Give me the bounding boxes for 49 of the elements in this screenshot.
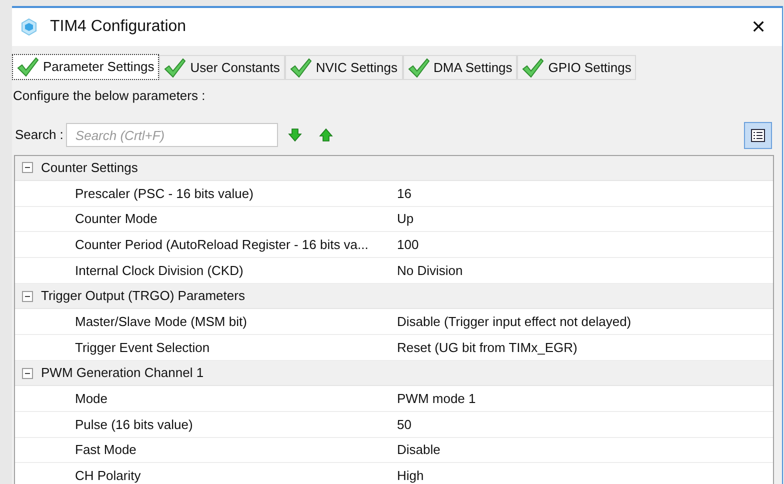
collapse-icon[interactable]	[22, 290, 33, 302]
parameter-value[interactable]: 50	[394, 414, 412, 434]
group-title: Trigger Output (TRGO) Parameters	[41, 287, 245, 306]
search-label: Search :	[15, 126, 64, 144]
checkmark-icon	[17, 57, 39, 77]
arrow-up-icon[interactable]	[319, 128, 334, 142]
search-field[interactable]: Search (Crtl+F)	[66, 123, 278, 147]
parameter-name: Internal Clock Division (CKD)	[74, 262, 244, 280]
parameter-name: Mode	[74, 390, 109, 408]
group-title: PWM Generation Channel 1	[41, 364, 204, 382]
parameter-value[interactable]: High	[394, 466, 424, 484]
parameter-name: Master/Slave Mode (MSM bit)	[74, 313, 248, 332]
parameter-value[interactable]: 100	[394, 235, 419, 255]
group-header[interactable]: Counter Settings	[15, 156, 773, 182]
parameter-value[interactable]: Reset (UG bit from TIMx_EGR)	[394, 338, 578, 358]
tab[interactable]: DMA Settings	[402, 55, 518, 80]
collapse-icon[interactable]	[22, 368, 33, 379]
checkmark-icon	[290, 58, 312, 78]
close-button[interactable]: ✕	[747, 18, 770, 36]
parameter-value[interactable]: No Division	[394, 260, 463, 280]
parameter-name: Fast Mode	[74, 441, 138, 460]
group-header[interactable]: PWM Generation Channel 1	[15, 360, 773, 386]
tab[interactable]: Parameter Settings	[12, 54, 160, 80]
parameter-value[interactable]: Disable	[394, 440, 440, 460]
window-title: TIM4 Configuration	[50, 17, 186, 37]
list-icon	[751, 128, 765, 142]
tab[interactable]: User Constants	[159, 55, 285, 80]
parameter-value[interactable]: Up	[394, 209, 414, 229]
parameter-name: Pulse (16 bits value)	[74, 416, 194, 434]
checkmark-icon	[164, 58, 186, 78]
parameter-value[interactable]: Disable (Trigger input effect not delayed)	[394, 312, 632, 332]
parameter-value[interactable]: PWM mode 1	[394, 388, 476, 408]
parameter-name: Prescaler (PSC - 16 bits value)	[74, 184, 254, 203]
group-title: Counter Settings	[41, 159, 138, 178]
list-view-button[interactable]	[744, 122, 772, 148]
parameter-name: CH Polarity	[74, 466, 142, 484]
cube-icon	[20, 18, 38, 36]
parameter-value[interactable]: 16	[394, 184, 412, 204]
parameter-name: Counter Period (AutoReload Register - 16 bits va...	[74, 236, 370, 254]
tab[interactable]: NVIC Settings	[284, 55, 403, 80]
checkmark-icon	[408, 58, 430, 78]
collapse-icon[interactable]	[22, 162, 33, 174]
arrow-down-icon[interactable]	[288, 128, 302, 142]
tab[interactable]: GPIO Settings	[517, 55, 636, 80]
group-header[interactable]: Trigger Output (TRGO) Parameters	[15, 284, 773, 310]
instruction-text: Configure the below parameters :	[13, 87, 206, 105]
parameter-name: Trigger Event Selection	[74, 338, 211, 357]
checkmark-icon	[522, 58, 544, 78]
parameter-name: Counter Mode	[74, 210, 158, 228]
